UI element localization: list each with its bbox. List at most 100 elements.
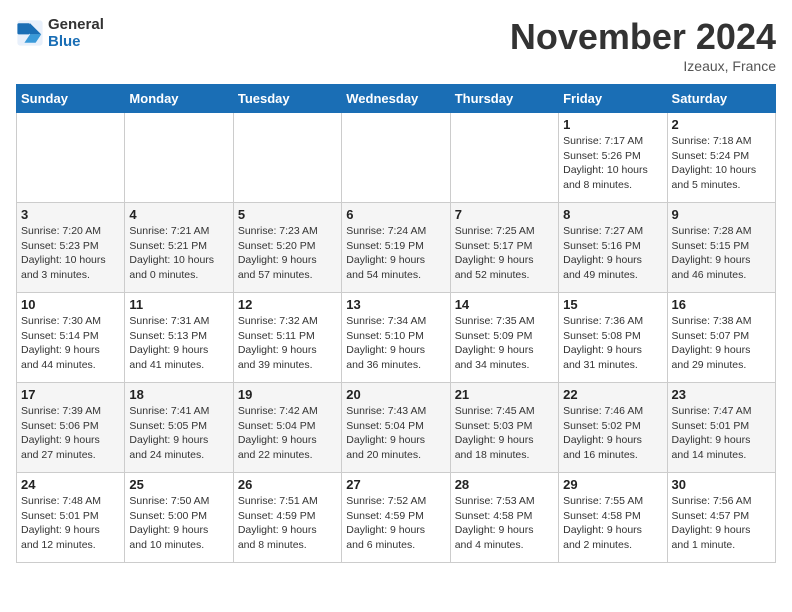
day-info: Sunrise: 7:38 AM Sunset: 5:07 PM Dayligh… — [672, 314, 771, 373]
calendar-cell: 13 Sunrise: 7:34 AM Sunset: 5:10 PM Dayli… — [342, 293, 450, 383]
day-number: 17 — [21, 387, 120, 402]
calendar-cell: 22Sunrise: 7:46 AM Sunset: 5:02 PM Dayli… — [559, 383, 667, 473]
weekday-header-tuesday: Tuesday — [233, 85, 341, 113]
weekday-header-sunday: Sunday — [17, 85, 125, 113]
calendar-cell: 4 Sunrise: 7:21 AM Sunset: 5:21 PM Daylig… — [125, 203, 233, 293]
weekday-header-saturday: Saturday — [667, 85, 775, 113]
day-number: 1 — [563, 117, 662, 132]
calendar-cell: 26 Sunrise: 7:51 AM Sunset: 4:59 PM Dayli… — [233, 473, 341, 563]
calendar-cell: 18Sunrise: 7:41 AM Sunset: 5:05 PM Dayli… — [125, 383, 233, 473]
calendar-cell: 28 Sunrise: 7:53 AM Sunset: 4:58 PM Dayli… — [450, 473, 558, 563]
day-info: Sunrise: 7:21 AM Sunset: 5:21 PM Dayligh… — [129, 224, 228, 283]
calendar-cell: 25Sunrise: 7:50 AM Sunset: 5:00 PM Dayli… — [125, 473, 233, 563]
month-title: November 2024 — [510, 16, 776, 58]
day-info: Sunrise: 7:55 AM Sunset: 4:58 PM Dayligh… — [563, 494, 662, 553]
weekday-header-thursday: Thursday — [450, 85, 558, 113]
calendar-cell: 5Sunrise: 7:23 AM Sunset: 5:20 PM Daylig… — [233, 203, 341, 293]
day-number: 6 — [346, 207, 445, 222]
calendar-cell: 19 Sunrise: 7:42 AM Sunset: 5:04 PM Dayli… — [233, 383, 341, 473]
day-info: Sunrise: 7:42 AM Sunset: 5:04 PM Dayligh… — [238, 404, 337, 463]
day-number: 26 — [238, 477, 337, 492]
day-number: 3 — [21, 207, 120, 222]
calendar-cell: 3 Sunrise: 7:20 AM Sunset: 5:23 PM Daylig… — [17, 203, 125, 293]
day-info: Sunrise: 7:52 AM Sunset: 4:59 PM Dayligh… — [346, 494, 445, 553]
calendar-cell — [233, 113, 341, 203]
day-number: 16 — [672, 297, 771, 312]
day-info: Sunrise: 7:50 AM Sunset: 5:00 PM Dayligh… — [129, 494, 228, 553]
day-info: Sunrise: 7:47 AM Sunset: 5:01 PM Dayligh… — [672, 404, 771, 463]
logo: General Blue — [16, 16, 104, 50]
logo-icon — [16, 19, 44, 47]
calendar-week-row: 24Sunrise: 7:48 AM Sunset: 5:01 PM Dayli… — [17, 473, 776, 563]
day-number: 11 — [129, 297, 228, 312]
day-number: 13 — [346, 297, 445, 312]
calendar-cell: 14Sunrise: 7:35 AM Sunset: 5:09 PM Dayli… — [450, 293, 558, 383]
day-number: 9 — [672, 207, 771, 222]
day-number: 20 — [346, 387, 445, 402]
day-number: 8 — [563, 207, 662, 222]
day-info: Sunrise: 7:53 AM Sunset: 4:58 PM Dayligh… — [455, 494, 554, 553]
calendar-cell: 6 Sunrise: 7:24 AM Sunset: 5:19 PM Daylig… — [342, 203, 450, 293]
day-info: Sunrise: 7:32 AM Sunset: 5:11 PM Dayligh… — [238, 314, 337, 373]
calendar-cell: 27 Sunrise: 7:52 AM Sunset: 4:59 PM Dayli… — [342, 473, 450, 563]
calendar-cell: 9Sunrise: 7:28 AM Sunset: 5:15 PM Daylig… — [667, 203, 775, 293]
calendar-week-row: 3 Sunrise: 7:20 AM Sunset: 5:23 PM Daylig… — [17, 203, 776, 293]
day-number: 30 — [672, 477, 771, 492]
calendar-cell: 1 Sunrise: 7:17 AM Sunset: 5:26 PM Daylig… — [559, 113, 667, 203]
location: Izeaux, France — [510, 58, 776, 74]
calendar-cell — [342, 113, 450, 203]
calendar-cell: 30 Sunrise: 7:56 AM Sunset: 4:57 PM Dayli… — [667, 473, 775, 563]
day-number: 4 — [129, 207, 228, 222]
day-info: Sunrise: 7:39 AM Sunset: 5:06 PM Dayligh… — [21, 404, 120, 463]
calendar-week-row: 10Sunrise: 7:30 AM Sunset: 5:14 PM Dayli… — [17, 293, 776, 383]
day-number: 29 — [563, 477, 662, 492]
day-number: 12 — [238, 297, 337, 312]
day-info: Sunrise: 7:27 AM Sunset: 5:16 PM Dayligh… — [563, 224, 662, 283]
calendar-cell: 12 Sunrise: 7:32 AM Sunset: 5:11 PM Dayli… — [233, 293, 341, 383]
day-info: Sunrise: 7:20 AM Sunset: 5:23 PM Dayligh… — [21, 224, 120, 283]
weekday-header-row: SundayMondayTuesdayWednesdayThursdayFrid… — [17, 85, 776, 113]
calendar-cell: 21 Sunrise: 7:45 AM Sunset: 5:03 PM Dayli… — [450, 383, 558, 473]
day-info: Sunrise: 7:56 AM Sunset: 4:57 PM Dayligh… — [672, 494, 771, 553]
day-number: 21 — [455, 387, 554, 402]
day-info: Sunrise: 7:46 AM Sunset: 5:02 PM Dayligh… — [563, 404, 662, 463]
day-number: 15 — [563, 297, 662, 312]
day-info: Sunrise: 7:18 AM Sunset: 5:24 PM Dayligh… — [672, 134, 771, 193]
day-info: Sunrise: 7:35 AM Sunset: 5:09 PM Dayligh… — [455, 314, 554, 373]
weekday-header-friday: Friday — [559, 85, 667, 113]
calendar-cell: 8 Sunrise: 7:27 AM Sunset: 5:16 PM Daylig… — [559, 203, 667, 293]
day-info: Sunrise: 7:34 AM Sunset: 5:10 PM Dayligh… — [346, 314, 445, 373]
calendar-cell: 10Sunrise: 7:30 AM Sunset: 5:14 PM Dayli… — [17, 293, 125, 383]
day-info: Sunrise: 7:17 AM Sunset: 5:26 PM Dayligh… — [563, 134, 662, 193]
day-number: 24 — [21, 477, 120, 492]
day-info: Sunrise: 7:51 AM Sunset: 4:59 PM Dayligh… — [238, 494, 337, 553]
calendar-cell: 7Sunrise: 7:25 AM Sunset: 5:17 PM Daylig… — [450, 203, 558, 293]
calendar-cell: 23 Sunrise: 7:47 AM Sunset: 5:01 PM Dayli… — [667, 383, 775, 473]
calendar-cell — [125, 113, 233, 203]
day-info: Sunrise: 7:36 AM Sunset: 5:08 PM Dayligh… — [563, 314, 662, 373]
calendar-cell: 20Sunrise: 7:43 AM Sunset: 5:04 PM Dayli… — [342, 383, 450, 473]
calendar-cell: 29 Sunrise: 7:55 AM Sunset: 4:58 PM Dayli… — [559, 473, 667, 563]
calendar-table: SundayMondayTuesdayWednesdayThursdayFrid… — [16, 84, 776, 563]
title-area: November 2024 Izeaux, France — [510, 16, 776, 74]
page-header: General Blue November 2024 Izeaux, Franc… — [16, 16, 776, 74]
weekday-header-wednesday: Wednesday — [342, 85, 450, 113]
calendar-cell: 11Sunrise: 7:31 AM Sunset: 5:13 PM Dayli… — [125, 293, 233, 383]
day-number: 19 — [238, 387, 337, 402]
calendar-cell: 2 Sunrise: 7:18 AM Sunset: 5:24 PM Daylig… — [667, 113, 775, 203]
day-number: 27 — [346, 477, 445, 492]
day-number: 7 — [455, 207, 554, 222]
day-number: 2 — [672, 117, 771, 132]
calendar-cell — [450, 113, 558, 203]
day-info: Sunrise: 7:24 AM Sunset: 5:19 PM Dayligh… — [346, 224, 445, 283]
calendar-cell: 24Sunrise: 7:48 AM Sunset: 5:01 PM Dayli… — [17, 473, 125, 563]
calendar-week-row: 1 Sunrise: 7:17 AM Sunset: 5:26 PM Daylig… — [17, 113, 776, 203]
day-number: 23 — [672, 387, 771, 402]
day-number: 10 — [21, 297, 120, 312]
day-info: Sunrise: 7:23 AM Sunset: 5:20 PM Dayligh… — [238, 224, 337, 283]
calendar-cell: 16 Sunrise: 7:38 AM Sunset: 5:07 PM Dayli… — [667, 293, 775, 383]
day-number: 28 — [455, 477, 554, 492]
day-info: Sunrise: 7:45 AM Sunset: 5:03 PM Dayligh… — [455, 404, 554, 463]
logo-text: General Blue — [48, 16, 104, 50]
calendar-cell: 15 Sunrise: 7:36 AM Sunset: 5:08 PM Dayli… — [559, 293, 667, 383]
